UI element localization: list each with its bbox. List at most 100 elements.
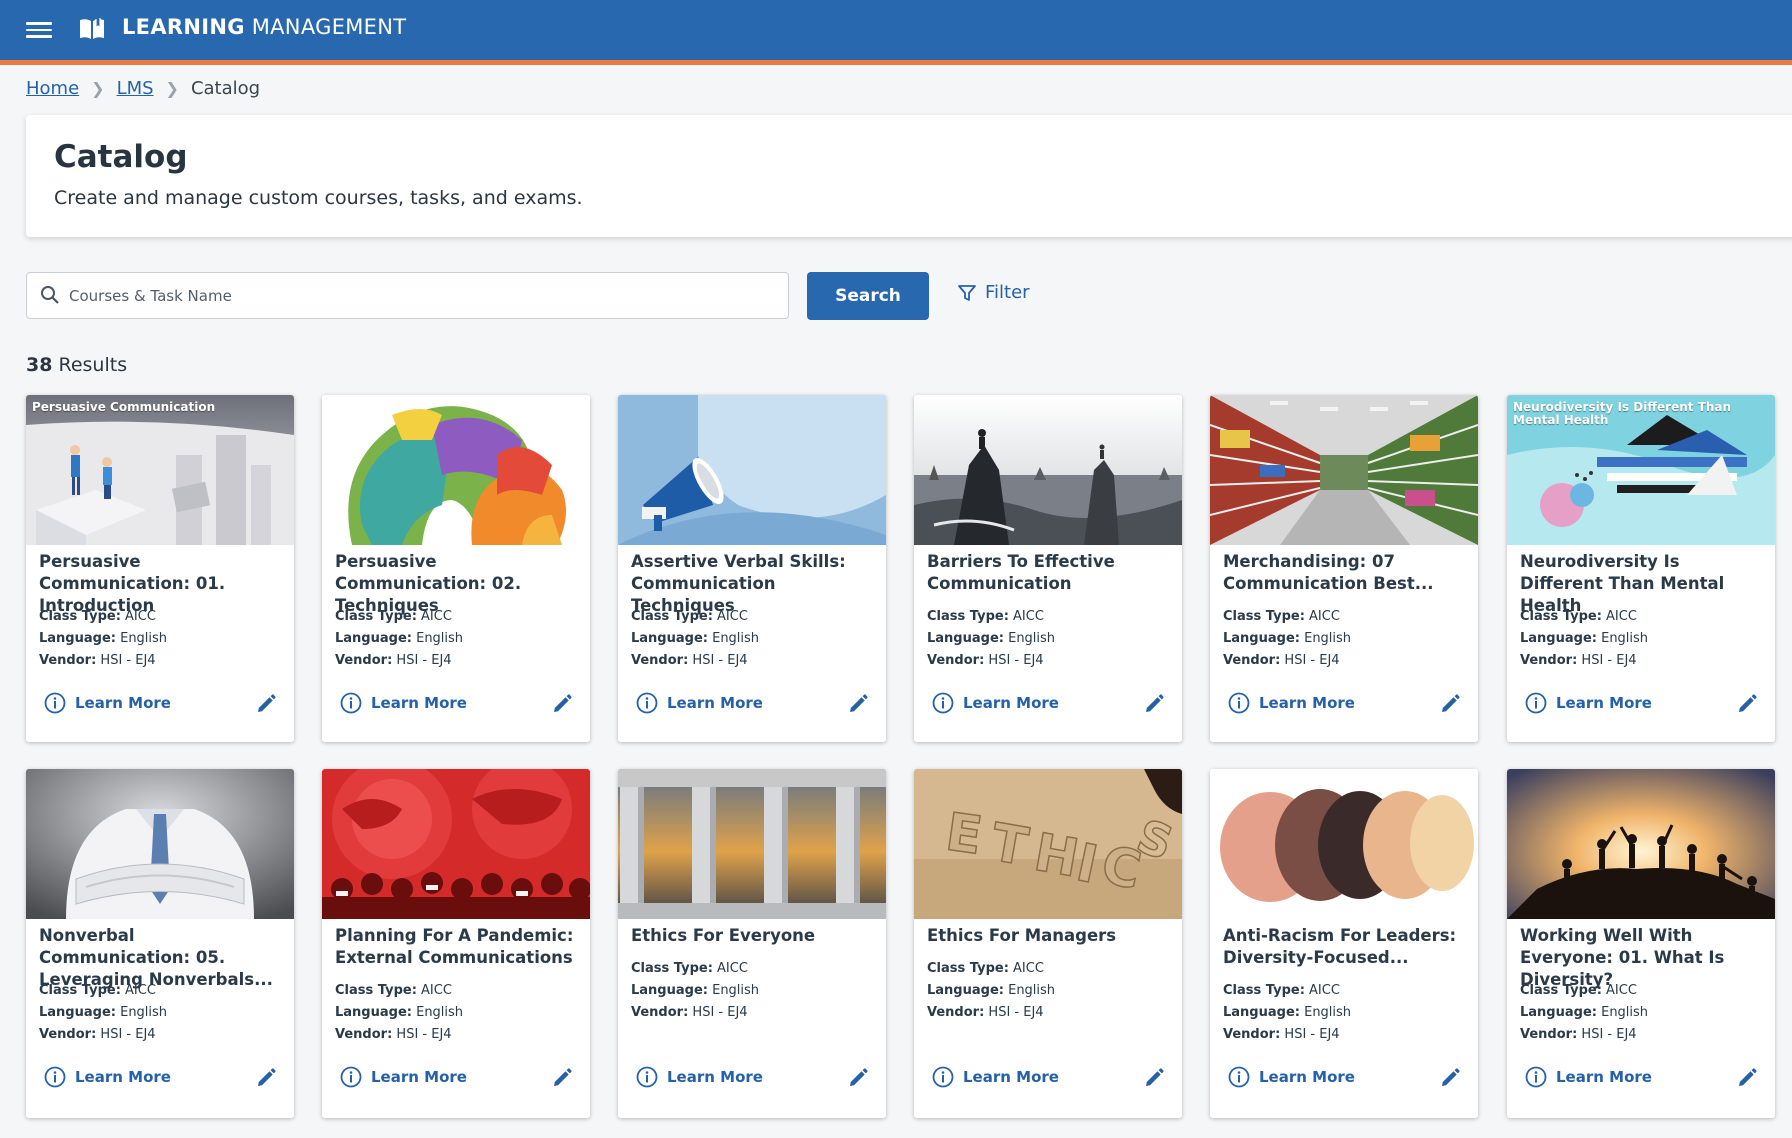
pencil-edit-icon[interactable] xyxy=(255,1067,277,1089)
language-row: Language: English xyxy=(927,983,1056,998)
learn-more-link[interactable]: Learn More xyxy=(340,1066,467,1088)
search-icon xyxy=(41,286,59,304)
course-card[interactable]: Assertive Verbal Skills: Communication T… xyxy=(618,395,886,742)
learn-more-link[interactable]: Learn More xyxy=(932,692,1059,714)
course-thumbnail-persuasive-techniques[interactable] xyxy=(322,395,590,545)
language-row: Language: English xyxy=(1223,1005,1352,1020)
info-icon xyxy=(44,692,66,714)
class-type-row: Class Type: AICC xyxy=(927,609,1044,624)
learn-more-link[interactable]: Learn More xyxy=(1525,1066,1652,1088)
course-thumbnail-working-well[interactable] xyxy=(1507,769,1775,919)
learn-more-link[interactable]: Learn More xyxy=(1228,692,1355,714)
course-card[interactable]: Working Well With Everyone: 01. What Is … xyxy=(1507,769,1775,1118)
breadcrumb-lms-link[interactable]: LMS xyxy=(117,78,154,99)
course-card[interactable]: Planning For A Pandemic: External Commun… xyxy=(322,769,590,1118)
language-row: Language: English xyxy=(1520,631,1649,646)
learn-more-label: Learn More xyxy=(963,1068,1059,1086)
pencil-edit-icon[interactable] xyxy=(1439,693,1461,715)
course-thumbnail-ethics-managers[interactable]: ETHIC S xyxy=(914,769,1182,919)
page-subtitle: Create and manage custom courses, tasks,… xyxy=(54,187,583,209)
learn-more-link[interactable]: Learn More xyxy=(932,1066,1059,1088)
search-input[interactable] xyxy=(69,273,769,318)
class-type-row: Class Type: AICC xyxy=(1520,983,1637,998)
filter-button[interactable]: Filter xyxy=(957,282,1030,303)
class-type-row: Class Type: AICC xyxy=(1520,609,1637,624)
pencil-edit-icon[interactable] xyxy=(1736,693,1758,715)
course-meta: Class Type: AICC Language: English Vendo… xyxy=(39,606,167,672)
filter-label: Filter xyxy=(985,282,1030,303)
course-thumbnail-nonverbal[interactable] xyxy=(26,769,294,919)
course-meta: Class Type: AICC Language: English Vendo… xyxy=(39,980,167,1046)
breadcrumb-home-link[interactable]: Home xyxy=(26,78,79,99)
course-card[interactable]: Persuasive Communication Persuasive Comm… xyxy=(26,395,294,742)
top-bar-accent-stripe xyxy=(0,60,1792,65)
pencil-edit-icon[interactable] xyxy=(1143,1067,1165,1089)
course-card[interactable]: Anti-Racism For Leaders: Diversity-Focus… xyxy=(1210,769,1478,1118)
pencil-edit-icon[interactable] xyxy=(1736,1067,1758,1089)
info-icon xyxy=(636,1066,658,1088)
course-title[interactable]: Planning For A Pandemic: External Commun… xyxy=(335,925,580,969)
pencil-edit-icon[interactable] xyxy=(255,693,277,715)
course-meta: Class Type: AICC Language: English Vendo… xyxy=(927,606,1055,672)
course-meta: Class Type: AICC Language: English Vendo… xyxy=(335,980,463,1046)
learn-more-label: Learn More xyxy=(1259,1068,1355,1086)
vendor-row: Vendor: HSI - EJ4 xyxy=(1223,1027,1340,1042)
class-type-row: Class Type: AICC xyxy=(1223,983,1340,998)
learn-more-link[interactable]: Learn More xyxy=(340,692,467,714)
pencil-edit-icon[interactable] xyxy=(1439,1067,1461,1089)
learn-more-link[interactable]: Learn More xyxy=(1525,692,1652,714)
course-thumbnail-persuasive-intro[interactable]: Persuasive Communication xyxy=(26,395,294,545)
course-thumbnail-anti-racism[interactable] xyxy=(1210,769,1478,919)
course-meta: Class Type: AICC Language: English Vendo… xyxy=(631,606,759,672)
pencil-edit-icon[interactable] xyxy=(1143,693,1165,715)
hamburger-menu-icon[interactable] xyxy=(26,17,52,43)
course-meta: Class Type: AICC Language: English Vendo… xyxy=(927,958,1055,1024)
course-card[interactable]: Neurodiversity Is Different Than Mental … xyxy=(1507,395,1775,742)
class-type-row: Class Type: AICC xyxy=(39,609,156,624)
course-thumbnail-assertive[interactable] xyxy=(618,395,886,545)
vendor-row: Vendor: HSI - EJ4 xyxy=(39,1027,156,1042)
course-card[interactable]: ETHIC S Ethics For Managers Class Type: … xyxy=(914,769,1182,1118)
learn-more-label: Learn More xyxy=(371,1068,467,1086)
learn-more-link[interactable]: Learn More xyxy=(636,692,763,714)
learn-more-label: Learn More xyxy=(371,694,467,712)
course-card[interactable]: Barriers To Effective Communication Clas… xyxy=(914,395,1182,742)
course-card[interactable]: Merchandising: 07 Communication Best... … xyxy=(1210,395,1478,742)
pencil-edit-icon[interactable] xyxy=(847,1067,869,1089)
app-title: LEARNING MANAGEMENT xyxy=(122,15,407,39)
pencil-edit-icon[interactable] xyxy=(551,1067,573,1089)
page-header-panel: Catalog Create and manage custom courses… xyxy=(26,115,1792,237)
course-title[interactable]: Merchandising: 07 Communication Best... xyxy=(1223,551,1468,595)
language-row: Language: English xyxy=(631,983,760,998)
course-meta: Class Type: AICC Language: English Vendo… xyxy=(1223,980,1351,1046)
learn-more-link[interactable]: Learn More xyxy=(44,692,171,714)
learn-more-link[interactable]: Learn More xyxy=(44,1066,171,1088)
learn-more-label: Learn More xyxy=(963,694,1059,712)
class-type-row: Class Type: AICC xyxy=(335,983,452,998)
course-thumbnail-neurodiversity[interactable]: Neurodiversity Is Different Than Mental … xyxy=(1507,395,1775,545)
course-title[interactable]: Ethics For Everyone xyxy=(631,925,876,947)
course-title[interactable]: Barriers To Effective Communication xyxy=(927,551,1172,595)
pencil-edit-icon[interactable] xyxy=(551,693,573,715)
course-title[interactable]: Ethics For Managers xyxy=(927,925,1172,947)
course-thumbnail-merchandising[interactable] xyxy=(1210,395,1478,545)
search-button[interactable]: Search xyxy=(807,272,929,320)
pencil-edit-icon[interactable] xyxy=(847,693,869,715)
course-thumbnail-barriers[interactable] xyxy=(914,395,1182,545)
course-thumbnail-pandemic[interactable] xyxy=(322,769,590,919)
course-meta: Class Type: AICC Language: English Vendo… xyxy=(335,606,463,672)
learn-more-link[interactable]: Learn More xyxy=(636,1066,763,1088)
vendor-row: Vendor: HSI - EJ4 xyxy=(1520,1027,1637,1042)
course-thumbnail-ethics-everyone[interactable] xyxy=(618,769,886,919)
class-type-row: Class Type: AICC xyxy=(1223,609,1340,624)
course-meta: Class Type: AICC Language: English Vendo… xyxy=(1520,606,1648,672)
course-card[interactable]: Ethics For Everyone Class Type: AICC Lan… xyxy=(618,769,886,1118)
learn-more-label: Learn More xyxy=(1556,694,1652,712)
vendor-row: Vendor: HSI - EJ4 xyxy=(335,1027,452,1042)
course-card[interactable]: Nonverbal Communication: 05. Leveraging … xyxy=(26,769,294,1118)
course-card[interactable]: Persuasive Communication: 02. Techniques… xyxy=(322,395,590,742)
thumbnail-caption: Neurodiversity Is Different Than Mental … xyxy=(1513,400,1732,427)
course-title[interactable]: Anti-Racism For Leaders: Diversity-Focus… xyxy=(1223,925,1468,969)
learn-more-link[interactable]: Learn More xyxy=(1228,1066,1355,1088)
learn-more-label: Learn More xyxy=(75,694,171,712)
